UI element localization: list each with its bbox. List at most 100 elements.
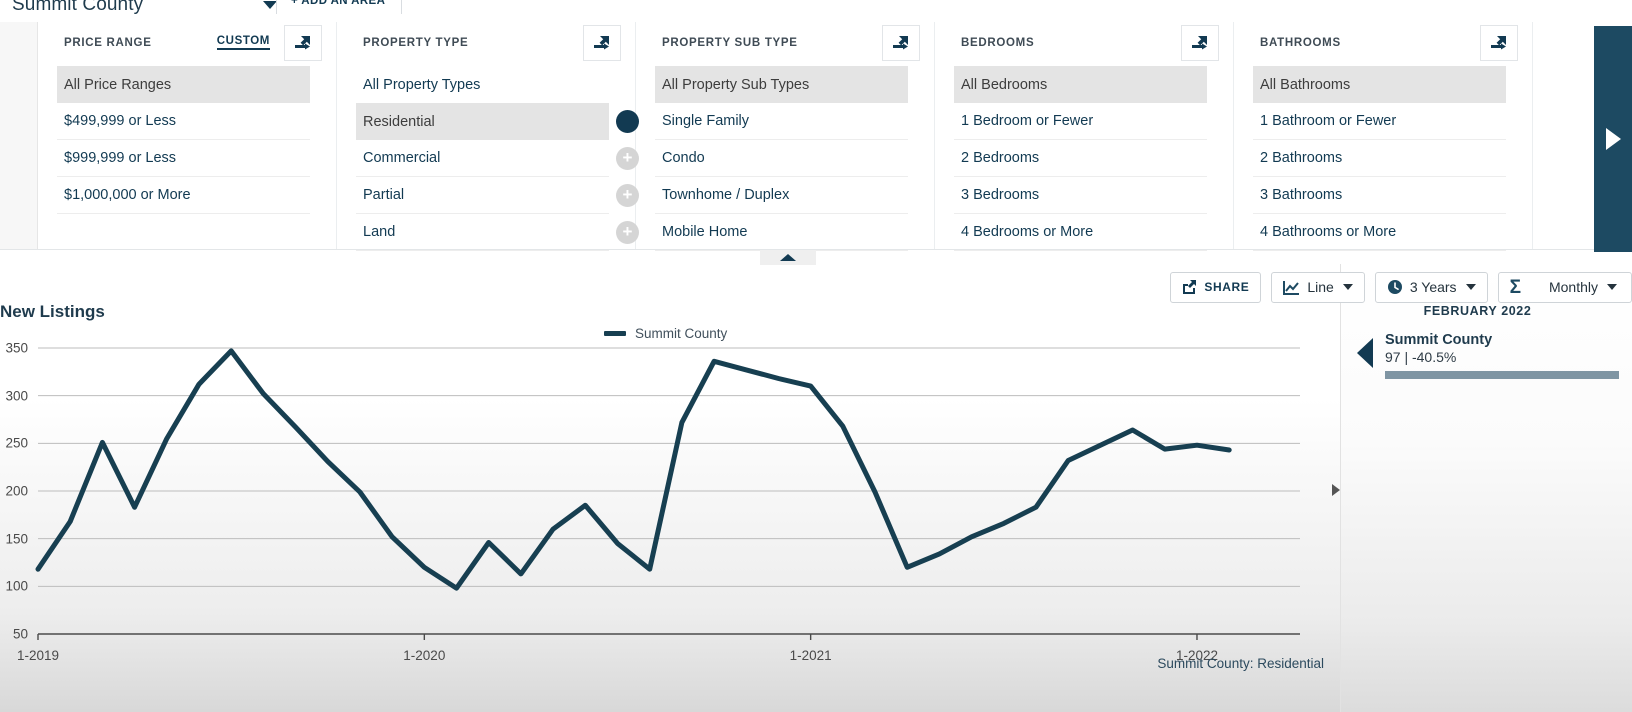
filter-column-title: BEDROOMS <box>961 37 1035 49</box>
custom-price-link[interactable]: CUSTOM <box>216 35 270 50</box>
aggregate-dropdown[interactable]: Σ Monthly <box>1497 271 1632 303</box>
collapse-filters-handle[interactable] <box>760 250 816 265</box>
chart-svg <box>35 347 1300 640</box>
y-axis-tick-label: 50 <box>12 626 28 642</box>
detail-month-label: FEBRUARY 2022 <box>1423 304 1532 318</box>
filter-option[interactable]: 2 Bedrooms <box>954 140 1207 177</box>
filter-option[interactable]: $499,999 or Less <box>57 103 310 140</box>
share-button[interactable]: SHARE <box>1170 271 1262 303</box>
filter-option-list: All Property Types Residential Commercial +… <box>337 66 639 251</box>
filter-column-header: PROPERTY TYPE <box>337 20 635 66</box>
expand-filter-button[interactable] <box>1480 25 1518 61</box>
chart-title: New Listings <box>0 302 105 321</box>
filter-option[interactable]: All Price Ranges <box>57 66 310 103</box>
filter-option[interactable]: Partial + <box>356 177 639 214</box>
triangle-up-icon <box>780 254 796 261</box>
filter-option[interactable]: Single Family <box>655 103 908 140</box>
filter-column-title: BATHROOMS <box>1260 37 1341 49</box>
filter-option-label: All Price Ranges <box>64 76 172 93</box>
chart-legend: Summit County <box>604 326 727 341</box>
filter-option[interactable]: All Property Sub Types <box>655 66 908 103</box>
filter-option-list: All Price Ranges $499,999 or Less $999,999… <box>38 66 336 214</box>
expand-filter-button[interactable] <box>583 25 621 61</box>
filter-column-header: PRICE RANGE CUSTOM <box>38 20 336 66</box>
filter-option[interactable]: Condo <box>655 140 908 177</box>
filter-panel: PRICE RANGE CUSTOM All Price Ranges $499,99… <box>0 20 1632 251</box>
filter-option[interactable]: $1,000,000 or More <box>57 177 310 214</box>
filter-option-list: All Property Sub Types Single Family Condo… <box>636 66 934 251</box>
area-chip[interactable]: Summit County ✖ <box>12 0 311 16</box>
filter-column-title: PROPERTY SUB TYPE <box>662 37 798 49</box>
next-filter-panel-button[interactable] <box>1594 26 1632 252</box>
filter-option[interactable]: Commercial + <box>356 140 639 177</box>
filter-option[interactable]: $999,999 or Less <box>57 140 310 177</box>
filter-option-list: All Bathrooms 1 Bathroom or Fewer 2 Bathro… <box>1234 66 1532 251</box>
filter-column-bedrooms: BEDROOMS All Bedrooms 1 Bedroom or Fewer 2 … <box>935 20 1234 251</box>
filter-column-property-type: PROPERTY TYPE All Property Types Residenti… <box>337 20 639 251</box>
y-axis-tick-label: 350 <box>5 340 28 356</box>
filter-option-label: 3 Bathrooms <box>1260 187 1343 203</box>
filter-option-label: 4 Bedrooms or More <box>961 224 1094 240</box>
filter-option[interactable]: 1 Bedroom or Fewer <box>954 103 1207 140</box>
filter-option[interactable]: Land + <box>356 214 639 251</box>
filter-option-label: 2 Bathrooms <box>1260 150 1343 166</box>
filter-left-rail <box>0 20 38 249</box>
expand-arrow-icon <box>295 36 310 50</box>
filter-option-label: $999,999 or Less <box>64 150 177 166</box>
filter-option-list: All Bedrooms 1 Bedroom or Fewer 2 Bedrooms… <box>935 66 1233 251</box>
period-label: 3 Years <box>1409 279 1457 295</box>
expand-filter-button[interactable] <box>1181 25 1219 61</box>
period-dropdown[interactable]: 3 Years <box>1374 271 1488 303</box>
filter-column-property-sub-type: PROPERTY SUB TYPE All Property Sub Types S… <box>636 20 935 251</box>
legend-label: Summit County <box>635 326 728 341</box>
expand-filter-button[interactable] <box>284 25 322 61</box>
y-axis-tick-label: 300 <box>5 388 28 404</box>
chart-toolbar: SHARE Line 3 Years Σ Monthly <box>1170 270 1632 304</box>
expand-filter-button[interactable] <box>882 25 920 61</box>
chart-type-dropdown[interactable]: Line <box>1271 271 1365 303</box>
filter-option[interactable]: Mobile Home <box>655 214 908 251</box>
detail-series-value: 97 | -40.5% <box>1385 349 1457 365</box>
filter-option[interactable]: 4 Bathrooms or More <box>1253 214 1506 251</box>
filter-column-header: BEDROOMS <box>935 20 1233 66</box>
filter-option-label: 1 Bedroom or Fewer <box>961 113 1094 129</box>
filter-column-bathrooms: BATHROOMS All Bathrooms 1 Bathroom or Fewe… <box>1234 20 1533 251</box>
filter-option-label: $1,000,000 or More <box>64 187 191 203</box>
filter-option[interactable]: 4 Bedrooms or More <box>954 214 1207 251</box>
filter-option-label: Residential <box>363 113 435 130</box>
filter-option[interactable]: All Bathrooms <box>1253 66 1506 103</box>
left-pointer-icon <box>1357 338 1373 368</box>
chart-plot: 50 100 150 200 250 300 350 1-2019 1-2020 1-2021 1-… <box>0 340 1330 663</box>
chevron-down-icon <box>1342 284 1353 290</box>
filter-option-label: $499,999 or Less <box>64 113 177 129</box>
filter-option-label: Land <box>363 224 396 240</box>
filter-option[interactable]: 3 Bathrooms <box>1253 177 1506 214</box>
filter-option[interactable]: Residential <box>356 103 639 140</box>
line-chart-icon <box>1283 280 1300 295</box>
detail-series-bar <box>1385 371 1619 379</box>
x-axis-tick-label: 1-2019 <box>16 648 60 663</box>
aggregate-label: Monthly <box>1548 279 1598 295</box>
filter-option[interactable]: 1 Bathroom or Fewer <box>1253 103 1506 140</box>
y-axis-tick-label: 100 <box>5 578 28 594</box>
y-axis-tick-label: 150 <box>5 531 28 547</box>
filter-option[interactable]: 3 Bedrooms <box>954 177 1207 214</box>
filter-option-label: All Property Sub Types <box>662 76 810 93</box>
sigma-icon: Σ <box>1509 276 1521 298</box>
filter-option-label: 2 Bedrooms <box>961 150 1040 166</box>
detail-side-panel: FEBRUARY 2022 Summit County 97 | -40.5% <box>1340 264 1632 712</box>
add-an-area-button[interactable]: + ADD AN AREA <box>276 0 403 14</box>
legend-swatch <box>604 331 626 336</box>
filter-option-label: Commercial <box>363 150 441 166</box>
filter-column-header: BATHROOMS <box>1234 20 1532 66</box>
filter-option[interactable]: Townhome / Duplex <box>655 177 908 214</box>
filter-option[interactable]: All Property Types <box>356 66 609 103</box>
expand-arrow-icon <box>893 36 908 50</box>
filter-option[interactable]: 2 Bathrooms <box>1253 140 1506 177</box>
filter-option-label: 4 Bathrooms or More <box>1260 224 1397 240</box>
filter-option[interactable]: All Bedrooms <box>954 66 1207 103</box>
detail-series-name: Summit County <box>1385 332 1493 348</box>
filter-option-label: All Bedrooms <box>961 76 1048 93</box>
chevron-down-icon <box>1465 284 1476 290</box>
expand-side-panel-arrow[interactable] <box>1332 484 1340 496</box>
